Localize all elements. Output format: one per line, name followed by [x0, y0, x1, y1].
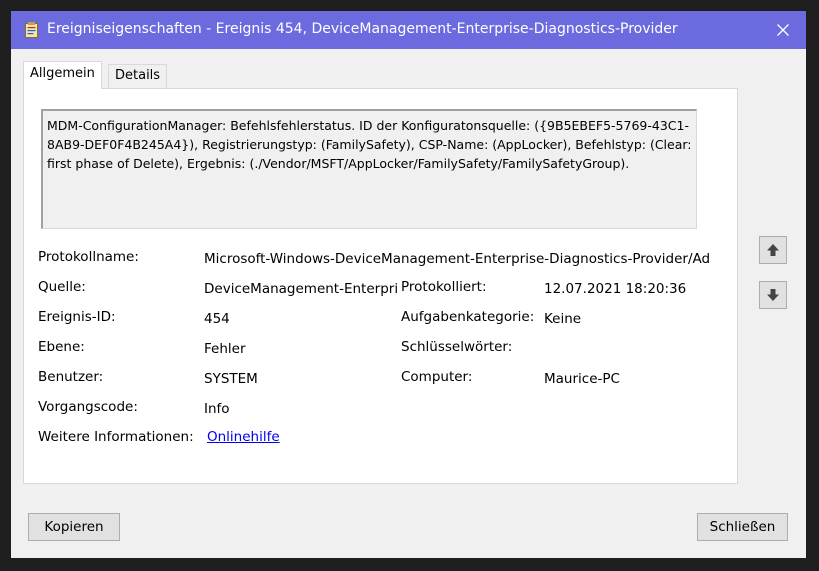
event-properties-window: Ereigniseigenschaften - Ereignis 454, De… [11, 11, 806, 558]
more-info-label: Weitere Informationen: [38, 429, 194, 445]
source-value[interactable]: DeviceManagement-Enterpri [204, 281, 398, 297]
event-viewer-icon [25, 22, 38, 38]
event-description[interactable]: MDM-ConfigurationManager: Befehlsfehlers… [41, 109, 697, 229]
logged-label: Protokolliert: [401, 279, 487, 295]
log-name-label: Protokollname: [38, 249, 139, 265]
opcode-label: Vorgangscode: [38, 399, 138, 415]
close-button[interactable]: Schließen [697, 513, 788, 541]
close-icon [777, 24, 789, 36]
task-category-label: Aufgabenkategorie: [401, 309, 535, 325]
user-label: Benutzer: [38, 369, 104, 385]
tab-general[interactable]: Allgemein [23, 61, 102, 89]
copy-button[interactable]: Kopieren [28, 513, 120, 541]
general-panel: MDM-ConfigurationManager: Befehlsfehlers… [23, 88, 738, 484]
logged-value[interactable]: 12.07.2021 18:20:36 [544, 281, 686, 297]
event-id-value[interactable]: 454 [204, 311, 230, 327]
close-window-button[interactable] [760, 11, 806, 49]
title-bar[interactable]: Ereigniseigenschaften - Ereignis 454, De… [11, 11, 806, 49]
opcode-value[interactable]: Info [204, 401, 230, 417]
window-title: Ereigniseigenschaften - Ereignis 454, De… [47, 21, 678, 37]
next-event-button[interactable] [759, 281, 787, 309]
task-category-value[interactable]: Keine [544, 311, 581, 327]
user-value[interactable]: SYSTEM [204, 371, 258, 387]
keywords-label: Schlüsselwörter: [401, 339, 513, 355]
previous-event-button[interactable] [759, 236, 787, 264]
online-help-link[interactable]: Onlinehilfe [207, 429, 280, 445]
log-name-value[interactable]: Microsoft-Windows-DeviceManagement-Enter… [204, 251, 710, 267]
arrow-up-icon [767, 244, 779, 256]
event-id-label: Ereignis-ID: [38, 309, 116, 325]
level-value[interactable]: Fehler [204, 341, 246, 357]
computer-label: Computer: [401, 369, 473, 385]
computer-value[interactable]: Maurice-PC [544, 371, 620, 387]
level-label: Ebene: [38, 339, 85, 355]
arrow-down-icon [767, 289, 779, 301]
source-label: Quelle: [38, 279, 86, 295]
tab-details[interactable]: Details [108, 64, 168, 88]
